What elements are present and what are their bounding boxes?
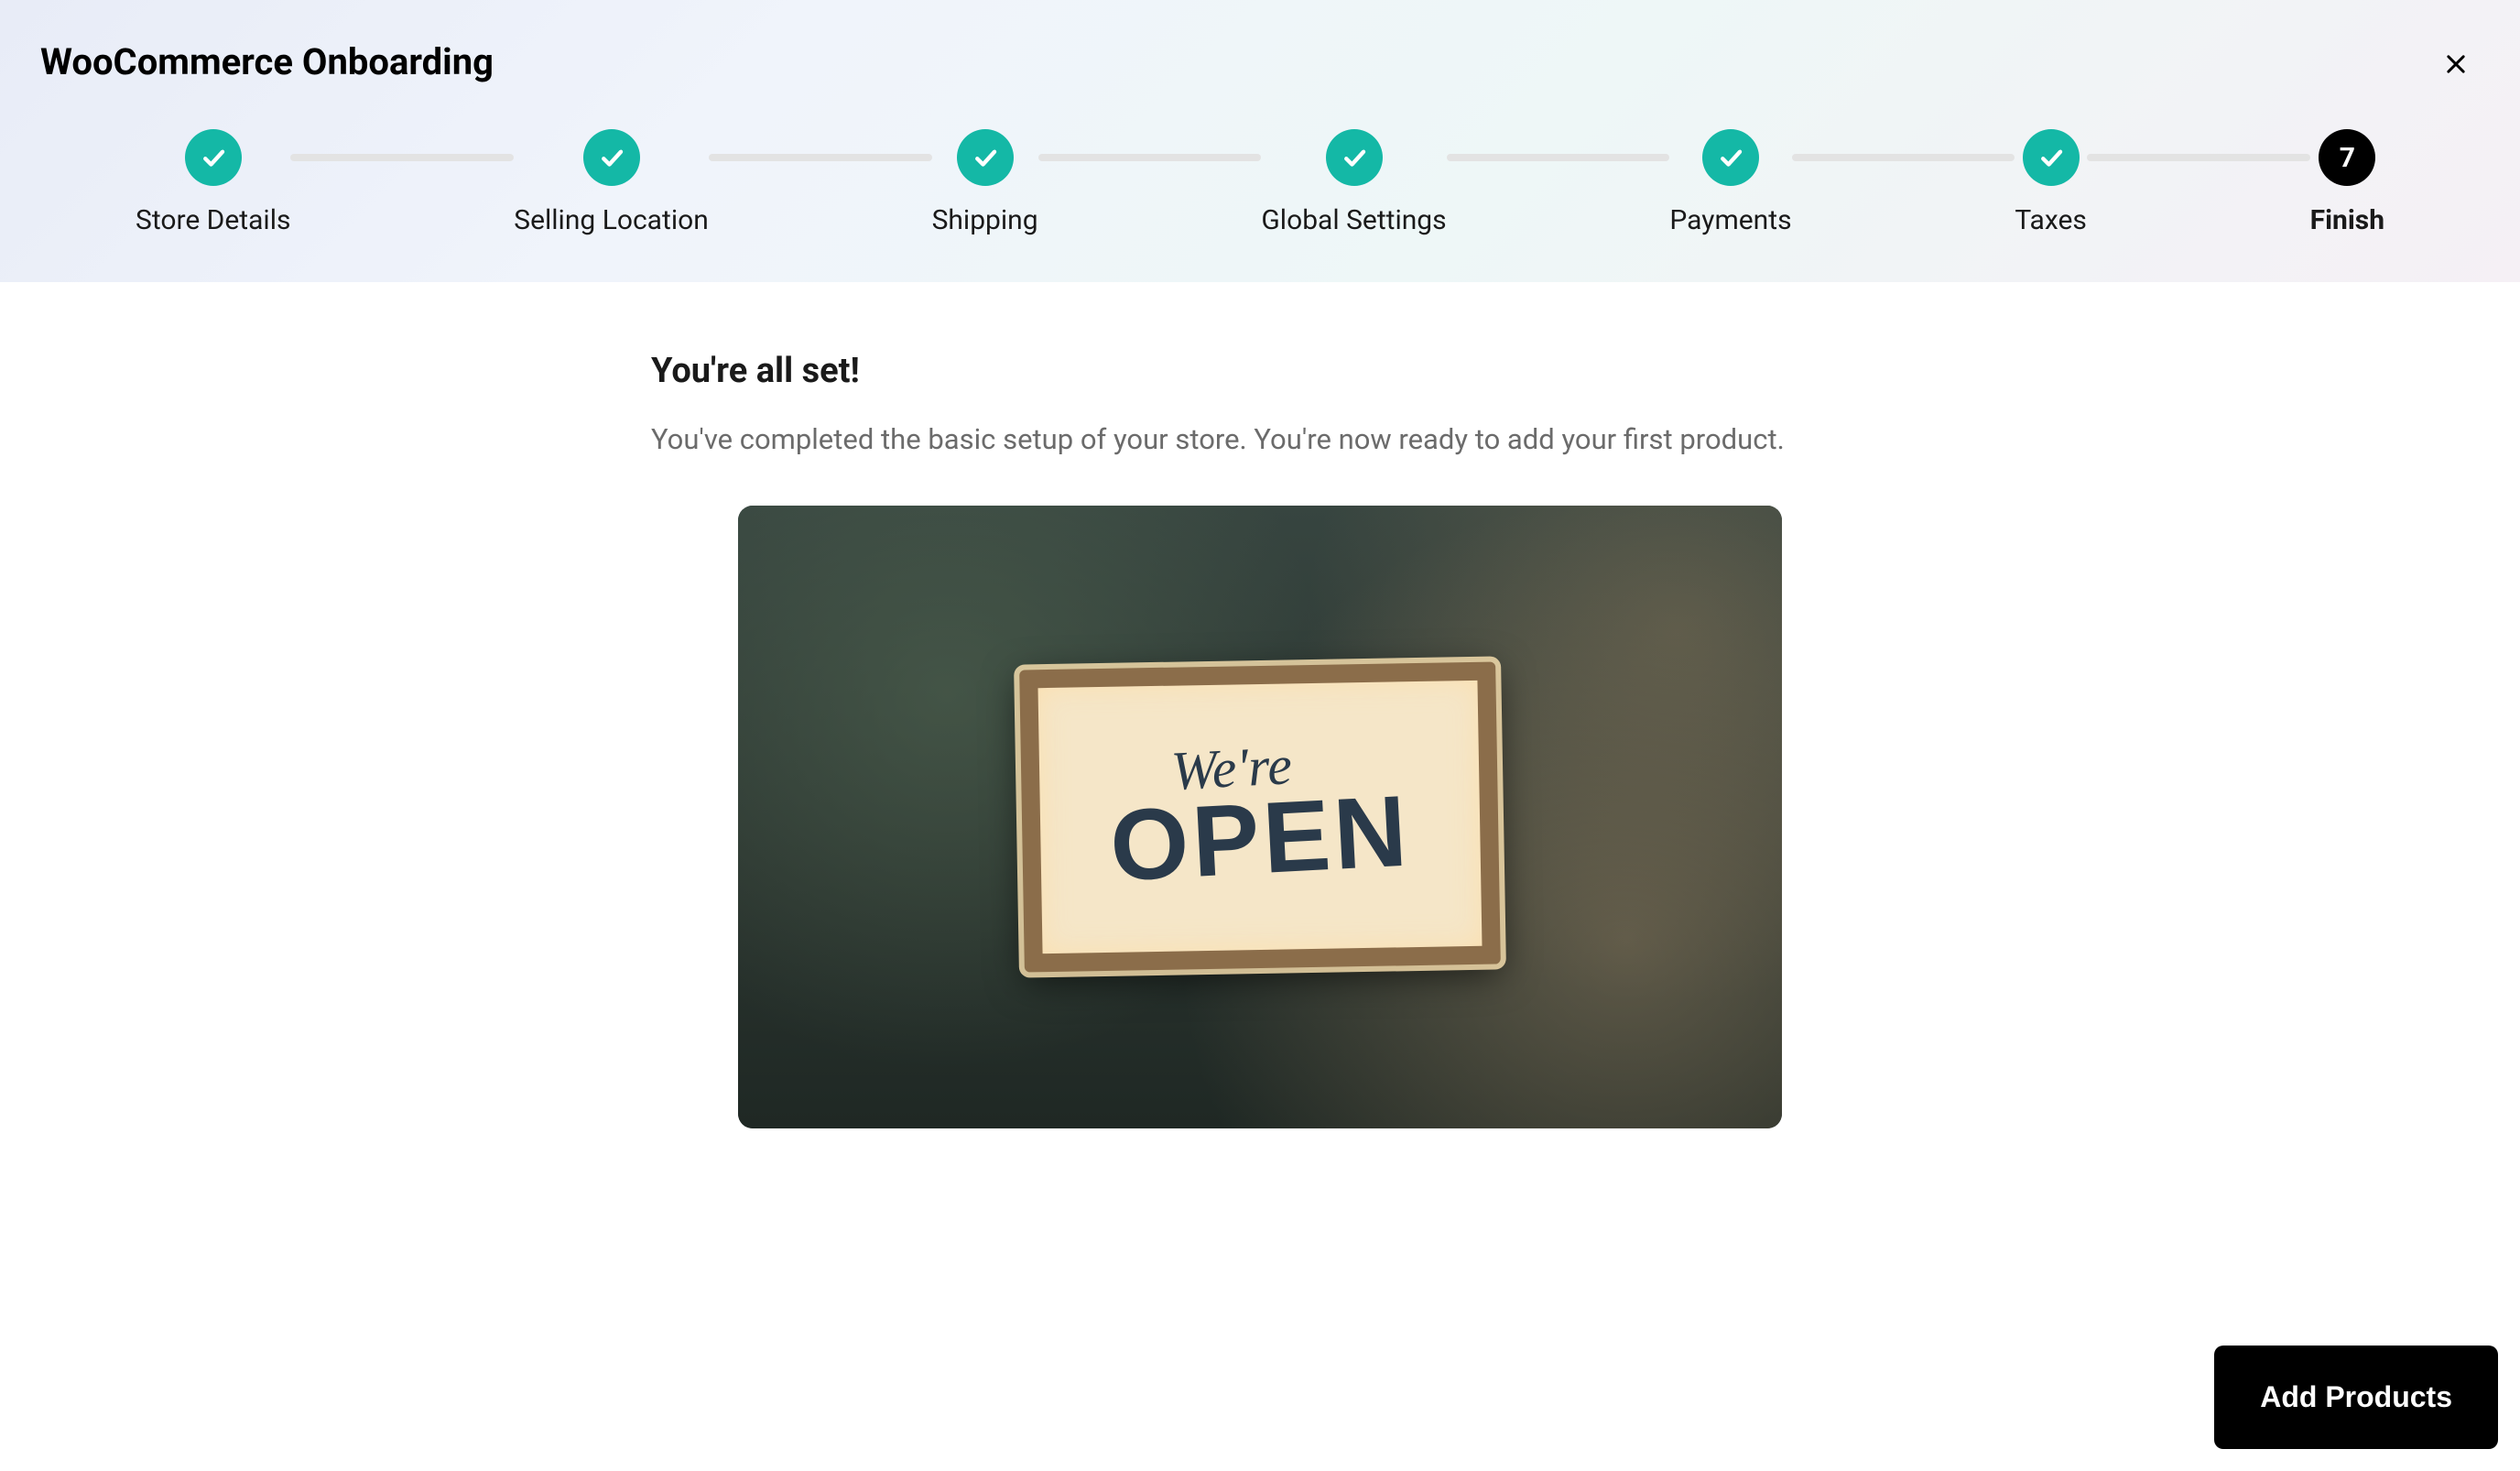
step-store-details[interactable]: Store Details [136,129,290,236]
sign-text-open: OPEN [1108,780,1413,897]
step-badge-done [2023,129,2080,186]
check-icon [598,144,625,171]
page-title: WooCommerce Onboarding [40,40,2480,83]
step-label: Payments [1669,204,1791,236]
step-connector [290,154,514,161]
content-description: You've completed the basic setup of your… [651,419,1869,462]
step-payments[interactable]: Payments [1669,129,1791,236]
check-icon [972,144,999,171]
step-connector [1792,154,2015,161]
step-badge-done [185,129,242,186]
step-taxes[interactable]: Taxes [2015,129,2087,236]
onboarding-header: WooCommerce Onboarding Store Details Sel… [0,0,2520,282]
check-icon [1717,144,1744,171]
onboarding-footer: Add Products [2214,1346,2498,1449]
step-badge-done [1326,129,1383,186]
check-icon [200,144,227,171]
open-sign: We're OPEN [1019,661,1501,972]
step-label: Taxes [2015,204,2087,236]
step-connector [2087,154,2310,161]
step-badge-done [1702,129,1759,186]
step-label: Selling Location [514,204,709,236]
step-label: Shipping [932,204,1038,236]
close-button[interactable] [2438,46,2474,82]
step-shipping[interactable]: Shipping [932,129,1038,236]
content-heading: You're all set! [651,351,1869,391]
step-badge-done [583,129,640,186]
step-badge-current: 7 [2319,129,2375,186]
step-global-settings[interactable]: Global Settings [1261,129,1446,236]
step-label: Finish [2310,204,2384,236]
step-label: Global Settings [1261,204,1446,236]
onboarding-content: You're all set! You've completed the bas… [651,282,1869,1128]
step-connector [709,154,932,161]
check-icon [2037,144,2065,171]
step-label: Store Details [136,204,290,236]
step-connector [1447,154,1670,161]
hero-image: We're OPEN [738,506,1782,1128]
step-selling-location[interactable]: Selling Location [514,129,709,236]
step-badge-done [957,129,1014,186]
add-products-button[interactable]: Add Products [2214,1346,2498,1449]
check-icon [1341,144,1368,171]
step-finish[interactable]: 7 Finish [2310,129,2384,236]
onboarding-stepper: Store Details Selling Location Shipping [40,129,2480,236]
step-connector [1038,154,1262,161]
close-icon [2443,51,2469,77]
